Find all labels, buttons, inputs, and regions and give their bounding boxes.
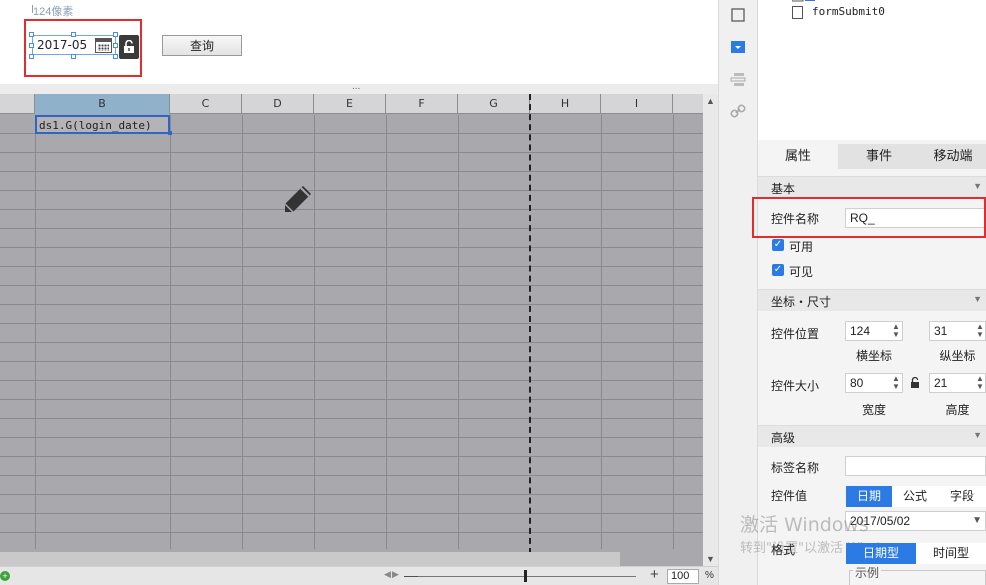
column-header-row: B C D E F G H I (0, 94, 703, 114)
x-spinner-icon[interactable]: ▲ ▼ (890, 323, 902, 340)
grid-line (673, 115, 674, 549)
section-title: 基本 (771, 182, 796, 196)
next-sheet-icon[interactable]: ▶ (392, 569, 399, 580)
column-header[interactable]: H (530, 94, 601, 114)
highlight-box (752, 197, 986, 238)
zoom-out-button[interactable]: — (404, 567, 418, 583)
position-hint: 124像素 (33, 6, 74, 18)
grid-line (35, 115, 36, 549)
y-label: 纵坐标 (939, 349, 976, 363)
column-header[interactable]: E (314, 94, 386, 114)
square-icon[interactable] (730, 7, 746, 23)
sheet-status-bar: + ◀ ▶ — + 100 % (0, 566, 718, 585)
selection-highlight-box (24, 19, 142, 77)
add-sheet-icon[interactable]: + (0, 571, 10, 581)
value-type-field[interactable]: 字段 (938, 486, 986, 507)
control-tree: formSubmit0 (758, 0, 986, 140)
tab-mobile[interactable]: 移动端 (920, 144, 986, 169)
tag-name-label: 标签名称 (771, 461, 820, 475)
grid-line (242, 115, 243, 549)
pencil-icon (284, 186, 311, 213)
horizontal-scrollbar[interactable] (0, 552, 620, 566)
zoom-input[interactable]: 100 (667, 569, 699, 584)
width-spinner-icon[interactable]: ▲ ▼ (890, 375, 902, 392)
collapse-icon[interactable]: ▼ (973, 430, 982, 440)
column-header[interactable]: G (458, 94, 530, 114)
scroll-down-icon[interactable]: ▼ (703, 552, 718, 566)
prev-sheet-icon[interactable]: ◀ (384, 569, 391, 580)
height-label: 高度 (945, 403, 970, 417)
column-header[interactable]: I (601, 94, 673, 114)
vertical-scrollbar[interactable]: ▲ ▼ (703, 94, 718, 566)
form-submit-icon (792, 6, 803, 19)
grid-line (386, 115, 387, 549)
grid-line (314, 115, 315, 549)
chevron-down-icon[interactable]: ▼ (972, 512, 982, 530)
activation-watermark: 激活 Windows (740, 514, 869, 536)
section-advanced[interactable]: 高级 ▼ (758, 425, 986, 447)
enabled-label: 可用 (789, 240, 814, 254)
tab-events[interactable]: 事件 (838, 144, 920, 169)
selected-cell[interactable]: ds1.G(login_date) (35, 115, 170, 134)
link-icon[interactable] (730, 103, 746, 119)
column-header[interactable]: B (35, 94, 170, 114)
format-label: 格式 (771, 543, 796, 557)
y-spinner-icon[interactable]: ▲ ▼ (974, 323, 986, 340)
size-label: 控件大小 (771, 379, 820, 393)
value-type-formula[interactable]: 公式 (892, 486, 938, 507)
tree-node-icon (792, 0, 815, 2)
zoom-in-button[interactable]: + (650, 566, 659, 583)
format-time-type[interactable]: 时间型 (916, 543, 986, 564)
column-header[interactable]: C (170, 94, 242, 114)
section-title: 高级 (771, 431, 796, 445)
section-position-size[interactable]: 坐标・尺寸 ▼ (758, 289, 986, 311)
zoom-slider[interactable] (418, 576, 636, 577)
column-header[interactable]: F (386, 94, 458, 114)
dropdown-control-icon[interactable] (730, 39, 746, 55)
column-header-a[interactable] (0, 94, 35, 114)
height-spinner-icon[interactable]: ▲ ▼ (974, 375, 986, 392)
grid-line (170, 115, 171, 549)
position-label: 控件位置 (771, 327, 820, 341)
section-title: 坐标・尺寸 (771, 295, 832, 309)
format-date-type[interactable]: 日期型 (846, 543, 916, 564)
enabled-checkbox[interactable]: ✓ (772, 239, 784, 251)
tab-properties[interactable]: 属性 (758, 144, 838, 169)
tree-item-form-submit[interactable]: formSubmit0 (812, 5, 885, 18)
grid-line (458, 115, 459, 549)
page-break-line (529, 94, 531, 554)
example-label: 示例 (853, 564, 882, 581)
form-design-area: 124像素 2017-05 查询 (0, 0, 718, 84)
value-type-date[interactable]: 日期 (846, 486, 892, 507)
collapse-icon[interactable]: ▼ (973, 294, 982, 304)
panel-splitter[interactable]: ... (0, 81, 718, 94)
section-basic[interactable]: 基本 ▼ (758, 176, 986, 198)
splitter-grip: ... (352, 81, 361, 92)
scroll-up-icon[interactable]: ▲ (703, 94, 718, 108)
visible-label: 可见 (789, 265, 814, 279)
fill-handle[interactable] (168, 131, 172, 135)
lock-ratio-icon[interactable] (910, 377, 920, 389)
cell-formula: ds1.G(login_date) (39, 119, 152, 132)
cell-grid[interactable] (0, 115, 703, 549)
column-header[interactable]: D (242, 94, 314, 114)
visible-checkbox[interactable]: ✓ (772, 264, 784, 276)
tag-name-input[interactable] (845, 456, 986, 476)
grid-line (601, 115, 602, 549)
zoom-slider-thumb[interactable] (524, 570, 527, 582)
report-sheet[interactable]: B C D E F G H I ds1.G(login_date) ▲ ▼ + … (0, 94, 718, 585)
query-button[interactable]: 查询 (162, 35, 242, 56)
collapse-icon[interactable]: ▼ (973, 181, 982, 191)
tool-strip (718, 0, 758, 585)
panel-tabs: 属性 事件 移动端 (758, 144, 986, 169)
control-value-label: 控件值 (771, 489, 808, 503)
width-label: 宽度 (861, 403, 886, 417)
list-icon[interactable] (730, 71, 746, 87)
x-label: 横坐标 (855, 349, 892, 363)
zoom-unit: % (705, 570, 714, 581)
